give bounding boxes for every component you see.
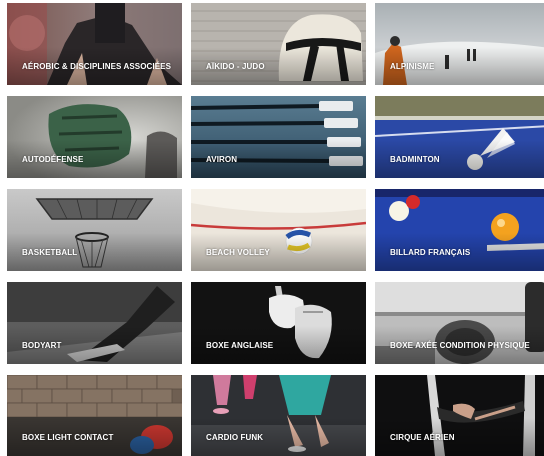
- sport-label: CIRQUE AÉRIEN: [390, 433, 455, 442]
- sport-tile-aikido[interactable]: AÏKIDO - JUDO: [191, 3, 366, 85]
- sport-label: BOXE LIGHT CONTACT: [22, 433, 114, 442]
- alpinisme-photo: [375, 3, 544, 85]
- sport-tile-boxe-light-contact[interactable]: BOXE LIGHT CONTACT: [7, 375, 182, 456]
- sport-label: BASKETBALL: [22, 248, 78, 257]
- aviron-oars-photo: [191, 96, 366, 178]
- boxe-gloves-photo: [191, 282, 366, 364]
- sport-label: BOXE ANGLAISE: [206, 341, 274, 350]
- sport-label: AÉROBIC & DISCIPLINES ASSOCIÉES: [22, 62, 172, 71]
- aikido-bag-photo: [191, 3, 366, 85]
- beach-volley-ball-photo: [191, 189, 366, 271]
- sport-tile-badminton[interactable]: BADMINTON: [375, 96, 544, 178]
- sport-label: BILLARD FRANÇAIS: [390, 248, 471, 257]
- autodefense-glove-photo: [7, 96, 182, 178]
- basketball-hoop-photo: [7, 189, 182, 271]
- badminton-shuttlecock-photo: [375, 96, 544, 178]
- sport-label: BADMINTON: [390, 155, 440, 164]
- sport-label: BODYART: [22, 341, 62, 350]
- sport-tile-basketball[interactable]: BASKETBALL: [7, 189, 182, 271]
- sport-label: AUTODÉFENSE: [22, 155, 84, 164]
- cirque-aerien-photo: [375, 375, 544, 456]
- sport-label: AÏKIDO - JUDO: [206, 62, 265, 71]
- sport-tile-cirque-aerien[interactable]: CIRQUE AÉRIEN: [375, 375, 544, 456]
- sport-tile-boxe-condition[interactable]: BOXE AXÉE CONDITION PHYSIQUE: [375, 282, 544, 364]
- sport-label: ALPINISME: [390, 62, 435, 71]
- sport-tile-cardio-funk[interactable]: CARDIO FUNK: [191, 375, 366, 456]
- aerobic-photo: [7, 3, 182, 85]
- bodyart-photo: [7, 282, 182, 364]
- sport-tile-boxe-anglaise[interactable]: BOXE ANGLAISE: [191, 282, 366, 364]
- sport-tile-billard[interactable]: BILLARD FRANÇAIS: [375, 189, 544, 271]
- sport-label: BOXE AXÉE CONDITION PHYSIQUE: [390, 341, 530, 350]
- sport-label: AVIRON: [206, 155, 238, 164]
- sport-label: CARDIO FUNK: [206, 433, 264, 442]
- sport-tile-autodefense[interactable]: AUTODÉFENSE: [7, 96, 182, 178]
- sport-label: BEACH VOLLEY: [206, 248, 270, 257]
- sports-grid: AÉROBIC & DISCIPLINES ASSOCIÉES AÏKIDO -…: [0, 0, 544, 456]
- sport-tile-alpinisme[interactable]: ALPINISME: [375, 3, 544, 85]
- boxe-light-contact-photo: [7, 375, 182, 456]
- sport-tile-bodyart[interactable]: BODYART: [7, 282, 182, 364]
- boxe-condition-photo: [375, 282, 544, 364]
- sport-tile-beach-volley[interactable]: BEACH VOLLEY: [191, 189, 366, 271]
- sport-tile-aerobic[interactable]: AÉROBIC & DISCIPLINES ASSOCIÉES: [7, 3, 182, 85]
- cardio-funk-photo: [191, 375, 366, 456]
- billard-balls-photo: [375, 189, 544, 271]
- sport-tile-aviron[interactable]: AVIRON: [191, 96, 366, 178]
